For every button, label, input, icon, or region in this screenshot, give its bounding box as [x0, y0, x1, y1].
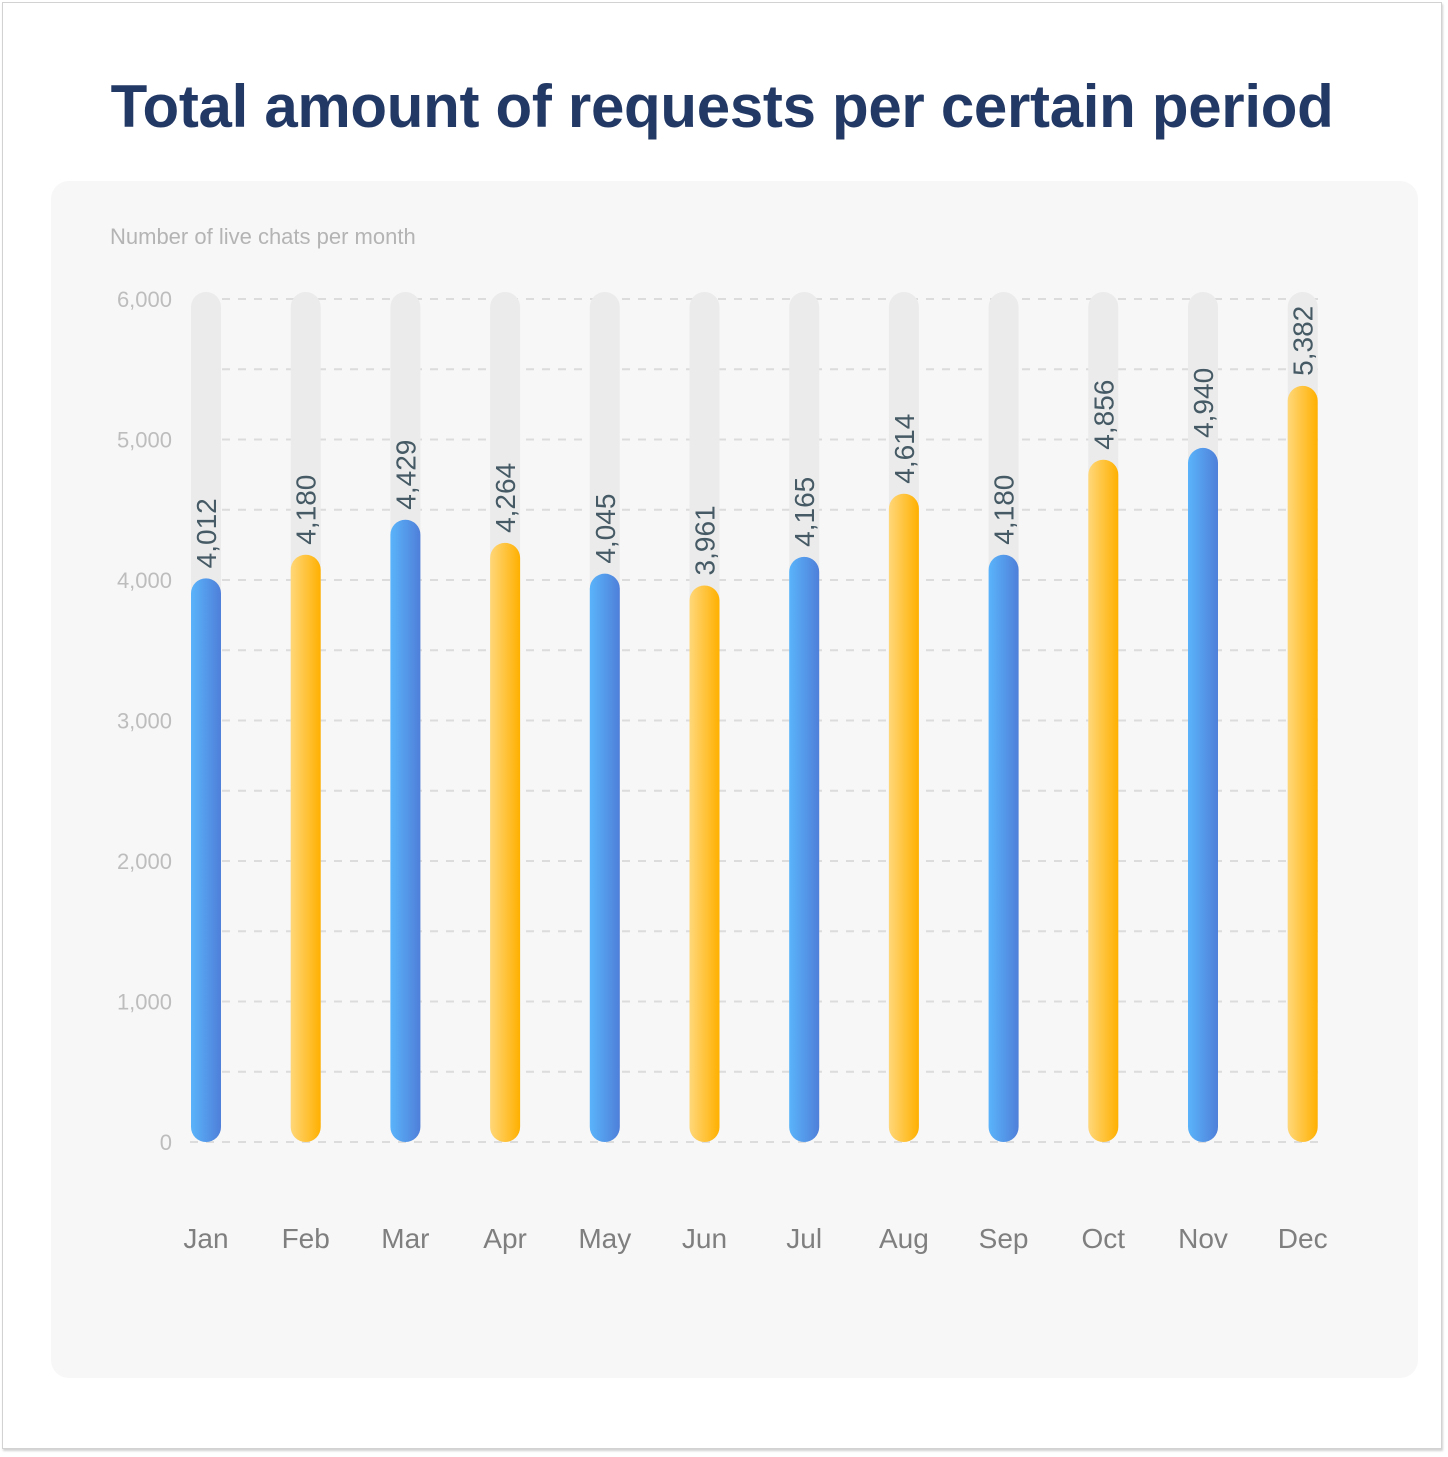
data-label-apr: 4,264	[490, 463, 521, 533]
data-label-dec: 5,382	[1288, 306, 1319, 376]
x-tick-label: Sep	[979, 1223, 1029, 1254]
data-label-nov: 4,940	[1188, 368, 1219, 438]
x-tick-label: Aug	[879, 1223, 929, 1254]
y-tick-label: 4,000	[117, 568, 172, 593]
x-tick-label: Jul	[786, 1223, 822, 1254]
x-axis-ticks: Jan Feb Mar Apr May Jun Jul Aug Sep Oct Nov Dec	[183, 1223, 1327, 1254]
x-tick-label: Oct	[1082, 1223, 1126, 1254]
x-tick-label: Nov	[1178, 1223, 1228, 1254]
x-tick-label: Apr	[483, 1223, 527, 1254]
bar-jan	[191, 578, 221, 1142]
y-tick-label: 1,000	[117, 990, 172, 1015]
bars	[191, 385, 1318, 1143]
bar-jul	[789, 556, 820, 1142]
x-tick-label: Dec	[1278, 1223, 1328, 1254]
x-tick-label: Jun	[682, 1223, 727, 1254]
bar-sep	[988, 554, 1019, 1142]
y-tick-label: 2,000	[117, 849, 172, 874]
bar-apr	[490, 542, 521, 1142]
y-axis-ticks: 0 1,000 2,000 3,000 4,000 5,000 6,000	[117, 287, 172, 1155]
data-label-sep: 4,180	[989, 475, 1020, 545]
bar-tracks	[191, 292, 1318, 1142]
bar-chart: 0 1,000 2,000 3,000 4,000 5,000 6,000 4,012 4,1…	[117, 287, 1328, 1254]
bar-jun	[689, 585, 720, 1142]
y-tick-label: 0	[160, 1130, 172, 1155]
data-label-aug: 4,614	[889, 414, 920, 484]
y-tick-label: 5,000	[117, 428, 172, 453]
data-label-may: 4,045	[590, 494, 621, 564]
x-tick-label: May	[578, 1223, 631, 1254]
data-label-jan: 4,012	[191, 498, 222, 568]
bar-feb	[290, 554, 321, 1142]
data-label-jun: 3,961	[690, 505, 721, 575]
bar-nov	[1188, 447, 1218, 1142]
data-label-jul: 4,165	[789, 477, 820, 547]
bar-aug	[888, 493, 919, 1142]
data-label-oct: 4,856	[1088, 380, 1119, 450]
data-label-feb: 4,180	[291, 475, 322, 545]
grid-lines	[190, 298, 1320, 1143]
y-tick-label: 6,000	[117, 287, 172, 312]
bar-dec	[1287, 385, 1318, 1143]
bar-mar	[390, 519, 421, 1142]
x-tick-label: Jan	[183, 1223, 228, 1254]
data-labels: 4,012 4,180 4,429 4,264 4,045 3,961 4,165 4,614…	[191, 306, 1319, 576]
x-tick-label: Feb	[282, 1223, 330, 1254]
bar-oct	[1088, 459, 1119, 1142]
bar-may	[589, 573, 620, 1142]
y-tick-label: 3,000	[117, 709, 172, 734]
data-label-mar: 4,429	[390, 440, 421, 510]
x-tick-label: Mar	[381, 1223, 429, 1254]
